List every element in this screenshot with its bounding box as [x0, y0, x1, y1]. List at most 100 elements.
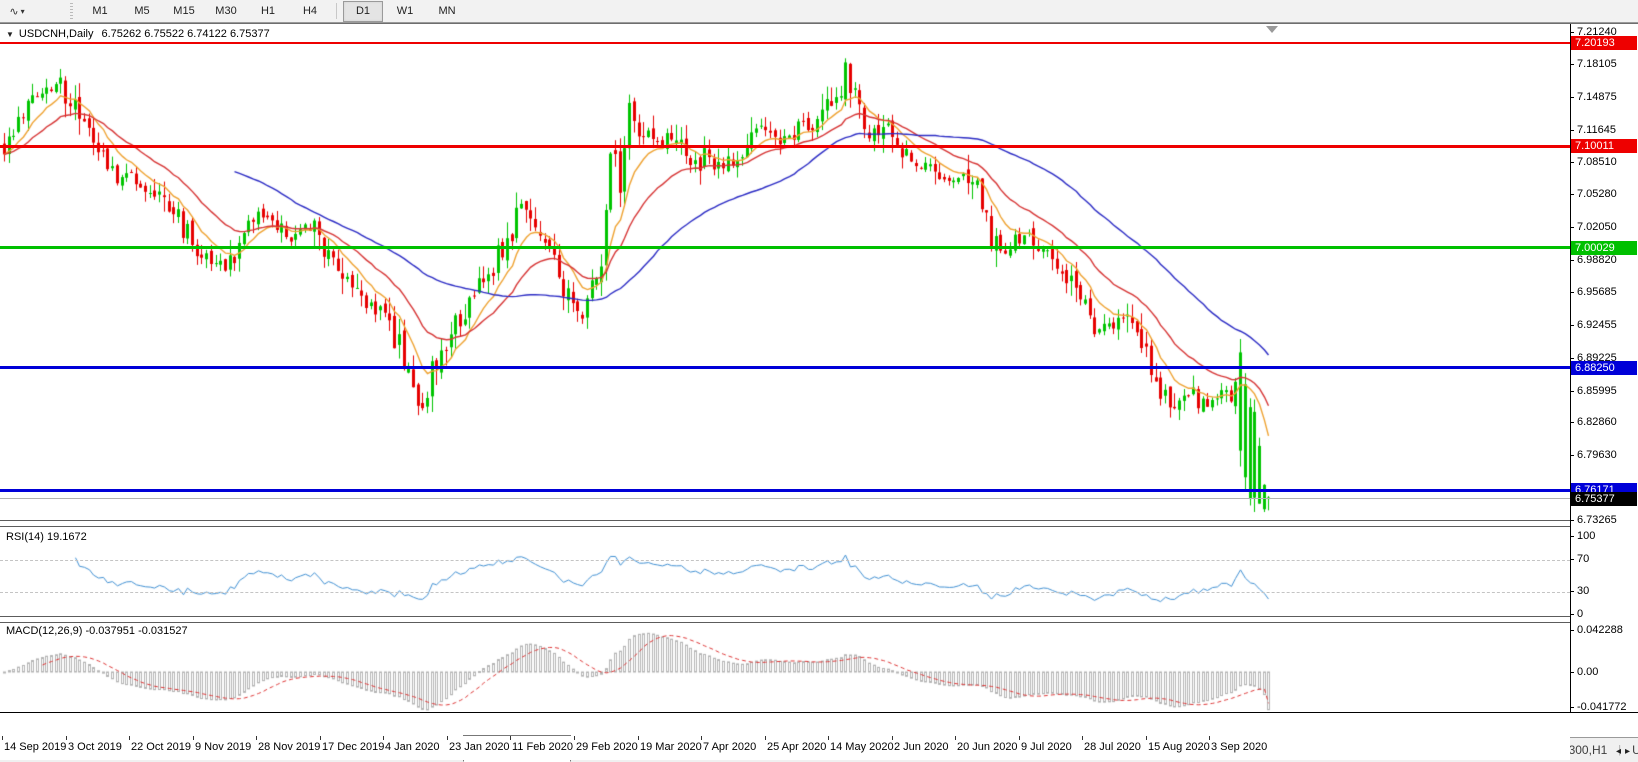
one-click-trading-expander-icon[interactable]: ▼ [6, 30, 14, 39]
tab-scroll-left-icon[interactable]: ◂ [1616, 746, 1625, 757]
price-tick-label: 6.95685 [1577, 286, 1617, 298]
rsi-macd-splitter[interactable] [0, 616, 1570, 623]
date-tick-label: 20 Jun 2020 [957, 741, 1018, 753]
chart-shift-marker-icon[interactable] [1266, 26, 1278, 33]
date-tick-mark [701, 736, 702, 740]
date-tick-mark [510, 736, 511, 740]
timeframe-button-m5[interactable]: M5 [122, 1, 162, 22]
timeframe-button-h4[interactable]: H4 [290, 1, 330, 22]
chart-symbol-label: USDCNH,Daily [19, 28, 94, 40]
date-tick-mark [129, 736, 130, 740]
date-tick-mark [765, 736, 766, 740]
date-tick-label: 9 Nov 2019 [195, 741, 251, 753]
price-tick-label: 7.08510 [1577, 156, 1617, 168]
macd-indicator-label: MACD(12,26,9) -0.037951 -0.031527 [6, 625, 188, 637]
date-tick-mark [383, 736, 384, 740]
price-tick-label: 7.05280 [1577, 188, 1617, 200]
date-tick-mark [447, 736, 448, 740]
date-axis[interactable]: 14 Sep 20193 Oct 2019 22 Oct 2019 9 Nov 20… [0, 736, 1570, 760]
rsi-indicator-label: RSI(14) 19.1672 [6, 531, 87, 543]
date-tick-label: 29 Feb 2020 [576, 741, 638, 753]
price-level-line[interactable] [0, 366, 1570, 369]
date-tick-mark [828, 736, 829, 740]
price-tick-label: 7.02050 [1577, 221, 1617, 233]
timeframe-separator [336, 3, 337, 19]
price-tick-label: 6.85995 [1577, 385, 1617, 397]
mt4-window: ∿ ▾ M1M5M15M30H1H4 D1W1MN ▼ USDCNH,Daily 6.… [0, 0, 1638, 762]
date-tick-mark [892, 736, 893, 740]
date-tick-label: 3 Sep 2020 [1211, 741, 1267, 753]
timeframe-buttons: M1M5M15M30H1H4 D1W1MN [79, 1, 468, 22]
date-tick-mark [193, 736, 194, 740]
rsi-dashed-level [0, 560, 1570, 561]
chart-cursor-tool-icon[interactable]: ∿ ▾ [4, 2, 30, 20]
timeframe-button-h1[interactable]: H1 [248, 1, 288, 22]
price-tick-label: 6.92455 [1577, 319, 1617, 331]
timeframe-button-w1[interactable]: W1 [385, 1, 425, 22]
date-tick-mark [1019, 736, 1020, 740]
date-tick-label: 22 Oct 2019 [131, 741, 191, 753]
timeframe-button-m1[interactable]: M1 [80, 1, 120, 22]
price-tick-label: 6.82860 [1577, 416, 1617, 428]
price-tick-label: 7.14875 [1577, 91, 1617, 103]
macd-tick-label: 0.00 [1577, 666, 1598, 678]
dropdown-arrow-icon: ▾ [21, 7, 25, 16]
price-level-line[interactable] [0, 42, 1570, 44]
date-tick-mark [320, 736, 321, 740]
date-tick-label: 23 Jan 2020 [449, 741, 510, 753]
date-tick-mark [1146, 736, 1147, 740]
date-tick-label: 28 Jul 2020 [1084, 741, 1141, 753]
price-tick-label: 7.18105 [1577, 58, 1617, 70]
chart-bottom-border [0, 712, 1638, 713]
price-level-line[interactable] [0, 246, 1570, 249]
price-level-line[interactable] [0, 145, 1570, 148]
date-tick-mark [1209, 736, 1210, 740]
date-tick-label: 17 Dec 2019 [322, 741, 384, 753]
price-axis-tag: 7.10011 [1571, 139, 1637, 153]
price-level-line[interactable] [0, 489, 1570, 492]
date-tick-label: 11 Feb 2020 [512, 741, 573, 753]
price-level-line[interactable] [0, 498, 1570, 499]
timeframe-button-mn[interactable]: MN [427, 1, 467, 22]
toolbar-grip[interactable] [70, 3, 73, 19]
price-tick-label: 6.79630 [1577, 449, 1617, 461]
price-axis-tag: 6.75377 [1571, 492, 1637, 506]
date-tick-label: 19 Mar 2020 [640, 741, 702, 753]
main-rsi-splitter[interactable] [0, 520, 1570, 527]
date-tick-mark [66, 736, 67, 740]
price-axis-tag: 6.88250 [1571, 361, 1637, 375]
price-axis-tag: 7.00029 [1571, 241, 1637, 255]
date-tick-label: 28 Nov 2019 [258, 741, 320, 753]
rsi-tick-label: 30 [1577, 585, 1589, 597]
date-tick-mark [1082, 736, 1083, 740]
price-axis[interactable]: 7.212407.181057.148757.116457.085107.052… [1570, 24, 1638, 736]
timeframe-button-m30[interactable]: M30 [206, 1, 246, 22]
date-tick-label: 4 Jan 2020 [385, 741, 439, 753]
macd-tick-label: 0.042288 [1577, 624, 1623, 636]
rsi-dashed-level [0, 592, 1570, 593]
timeframe-button-d1[interactable]: D1 [343, 1, 383, 22]
price-tick-label: 6.98820 [1577, 254, 1617, 266]
chart-ohlc-values: 6.75262 6.75522 6.74122 6.75377 [101, 28, 269, 40]
price-axis-tag: 7.20193 [1571, 36, 1637, 50]
tab-scroll-right-icon[interactable]: ▸ [1625, 746, 1634, 757]
date-tick-mark [955, 736, 956, 740]
date-tick-label: 15 Aug 2020 [1148, 741, 1210, 753]
rsi-tick-label: 70 [1577, 553, 1589, 565]
date-tick-label: 14 Sep 2019 [4, 741, 66, 753]
date-tick-label: 3 Oct 2019 [68, 741, 122, 753]
date-tick-label: 7 Apr 2020 [703, 741, 756, 753]
date-tick-mark [574, 736, 575, 740]
timeframe-button-m15[interactable]: M15 [164, 1, 204, 22]
date-tick-mark [638, 736, 639, 740]
date-tick-label: 9 Jul 2020 [1021, 741, 1072, 753]
date-tick-label: 14 May 2020 [830, 741, 894, 753]
price-tick-label: 7.11645 [1577, 124, 1616, 136]
cursor-icon: ∿ [9, 5, 18, 18]
price-tick-label: 6.73265 [1577, 514, 1617, 526]
date-tick-label: 2 Jun 2020 [894, 741, 948, 753]
date-tick-label: 25 Apr 2020 [767, 741, 826, 753]
chart-window: ▼ USDCNH,Daily 6.75262 6.75522 6.74122 6.7… [0, 23, 1638, 738]
tab-scroll-arrows: ◂▸ [1616, 746, 1634, 757]
date-tick-mark [256, 736, 257, 740]
